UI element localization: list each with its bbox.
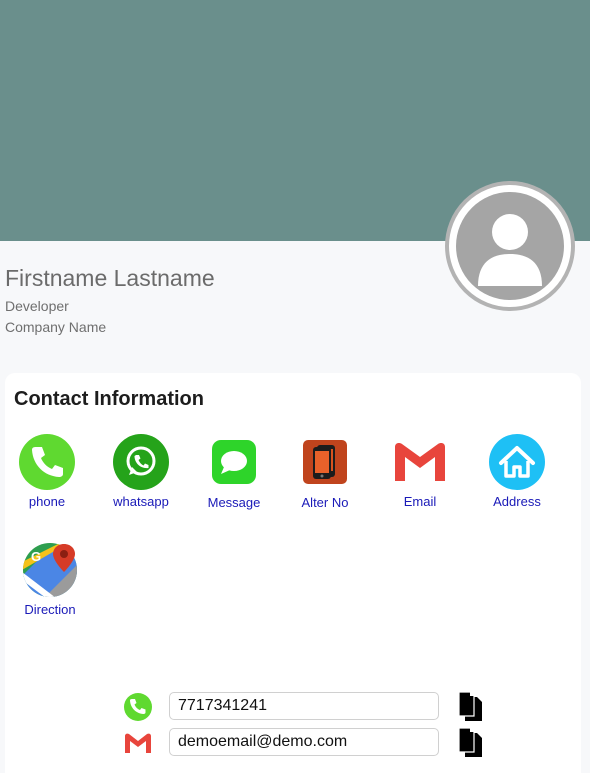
phone-action[interactable]: phone [7,434,87,509]
address-action[interactable]: Address [477,434,557,509]
copy-icon[interactable] [457,691,483,721]
contact-card: Contact Information phone whatsapp Messa… [5,373,581,773]
whatsapp-action[interactable]: whatsapp [101,434,181,509]
phone-number-field[interactable] [169,692,439,720]
avatar [445,181,575,311]
home-icon [489,434,545,490]
svg-text:G: G [31,549,41,564]
profile-company: Company Name [5,319,107,335]
email-detail-row [115,727,495,757]
phone-detail-row [115,691,495,721]
user-placeholder-icon [456,192,564,300]
gmail-icon [395,443,445,481]
phone-label: phone [28,494,66,509]
profile-role: Developer [5,298,69,314]
email-address-field[interactable] [169,728,439,756]
copy-icon[interactable] [457,727,483,757]
message-icon [212,440,256,484]
email-label: Email [403,494,437,509]
whatsapp-label: whatsapp [113,494,169,509]
direction-label: Direction [24,602,76,617]
profile-name: Firstname Lastname [5,265,215,291]
message-label: Message [207,495,261,510]
phone-icon [124,693,152,721]
gmail-icon [125,733,151,753]
direction-action[interactable]: G Direction [10,542,90,617]
whatsapp-icon [113,434,169,490]
alternate-number-action[interactable]: Alter No [285,435,365,510]
alternate-phone-icon [303,440,347,484]
email-action[interactable]: Email [380,434,460,509]
google-maps-icon: G [23,543,77,597]
alternate-number-label: Alter No [301,495,349,510]
phone-icon [19,434,75,490]
message-action[interactable]: Message [194,435,274,510]
address-label: Address [493,494,541,509]
contact-section-title: Contact Information [14,388,204,410]
